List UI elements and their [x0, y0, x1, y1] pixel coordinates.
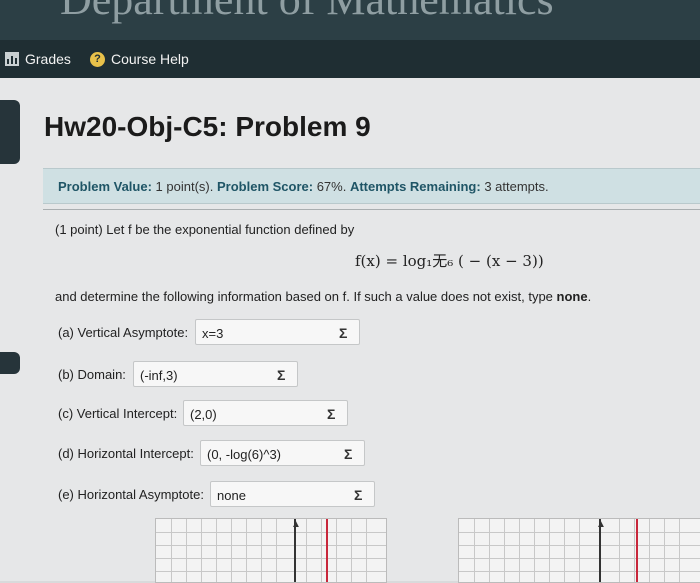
vertical-intercept-label: (c) Vertical Intercept:	[58, 406, 178, 421]
sigma-icon[interactable]: Σ	[339, 325, 347, 341]
y-axis-arrow-icon: ▲	[596, 519, 606, 530]
horizontal-intercept-input[interactable]: (0, -log(6)^3) Σ	[200, 440, 365, 466]
sigma-icon[interactable]: Σ	[344, 446, 352, 462]
grid-line	[321, 519, 322, 582]
department-title: Department of Mathematics	[60, 0, 554, 25]
nav-grades[interactable]: Grades	[5, 51, 71, 67]
side-tab-upper	[0, 100, 20, 164]
graph-left[interactable]: ▲	[155, 518, 387, 583]
grid-line	[231, 519, 232, 582]
grid-line	[664, 519, 665, 582]
grid-line	[366, 519, 367, 582]
vertical-intercept-value: (2,0)	[190, 407, 217, 422]
instruction-end: .	[587, 289, 592, 304]
horizontal-intercept-label: (d) Horizontal Intercept:	[58, 446, 194, 461]
domain-value: (-inf,3)	[140, 368, 178, 383]
problem-value-label: Problem Value:	[58, 179, 152, 194]
grid-line	[519, 519, 520, 582]
instruction-text: and determine the following information …	[55, 289, 557, 304]
vertical-asymptote-label: (a) Vertical Asymptote:	[58, 325, 189, 340]
grid-line	[351, 519, 352, 582]
problem-score-label: Problem Score:	[216, 179, 314, 194]
attempts-label: Attempts Remaining:	[349, 179, 481, 194]
nav-course-help[interactable]: ? Course Help	[90, 51, 189, 67]
grid-line	[619, 519, 620, 582]
problem-instruction: and determine the following information …	[55, 289, 591, 304]
grid-line	[186, 519, 187, 582]
function-formula: f(x) = log₁⽆₆ ( − (x − 3))	[355, 252, 544, 270]
graph-right[interactable]: ▲	[458, 518, 700, 583]
horizontal-intercept-value: (0, -log(6)^3)	[207, 447, 282, 462]
problem-intro: (1 point) Let f be the exponential funct…	[55, 222, 355, 237]
domain-label: (b) Domain:	[58, 367, 126, 382]
grid-line	[649, 519, 650, 582]
question-circle-icon: ?	[90, 51, 105, 67]
grid-line	[201, 519, 202, 582]
bar-chart-icon	[5, 52, 19, 66]
grid-line	[679, 519, 680, 582]
nav-course-help-label: Course Help	[111, 51, 189, 67]
instruction-none: none	[556, 289, 588, 304]
domain-input[interactable]: (-inf,3) Σ	[133, 361, 298, 387]
grid-line	[634, 519, 635, 582]
sigma-icon[interactable]: Σ	[354, 487, 362, 503]
grid-line	[474, 519, 475, 582]
grid-line	[579, 519, 580, 582]
nav-grades-label: Grades	[25, 51, 71, 67]
horizontal-asymptote-label: (e) Horizontal Asymptote:	[58, 487, 204, 502]
sigma-icon[interactable]: Σ	[277, 367, 285, 383]
top-nav: Grades ? Course Help	[0, 40, 700, 78]
vertical-asymptote-input[interactable]: x=3 Σ	[195, 319, 360, 345]
grid-line	[504, 519, 505, 582]
problem-value: 1 point(s).	[155, 179, 214, 194]
grid-line	[549, 519, 550, 582]
grid-line	[261, 519, 262, 582]
grid-line	[306, 519, 307, 582]
horizontal-asymptote-input[interactable]: none Σ	[210, 481, 375, 507]
horizontal-asymptote-value: none	[217, 488, 246, 503]
grid-line	[171, 519, 172, 582]
grid-line	[336, 519, 337, 582]
problem-title: Hw20-Obj-C5: Problem 9	[44, 111, 371, 142]
grid-line	[246, 519, 247, 582]
grid-line	[534, 519, 535, 582]
asymptote-line	[326, 519, 328, 582]
attempts-remaining: 3 attempts.	[484, 179, 549, 194]
grid-line	[216, 519, 217, 582]
department-banner: Department of Mathematics	[0, 0, 700, 40]
problem-info-box: Problem Value: 1 point(s). Problem Score…	[43, 168, 700, 204]
divider	[43, 209, 700, 210]
vertical-intercept-input[interactable]: (2,0) Σ	[183, 400, 348, 426]
grid-line	[276, 519, 277, 582]
y-axis-arrow-icon: ▲	[291, 519, 301, 530]
side-tab-lower	[0, 352, 20, 374]
vertical-asymptote-value: x=3	[202, 326, 224, 341]
grid-line	[489, 519, 490, 582]
problem-score: 67%.	[316, 179, 347, 194]
asymptote-line	[636, 519, 638, 582]
sigma-icon[interactable]: Σ	[327, 406, 335, 422]
grid-line	[564, 519, 565, 582]
